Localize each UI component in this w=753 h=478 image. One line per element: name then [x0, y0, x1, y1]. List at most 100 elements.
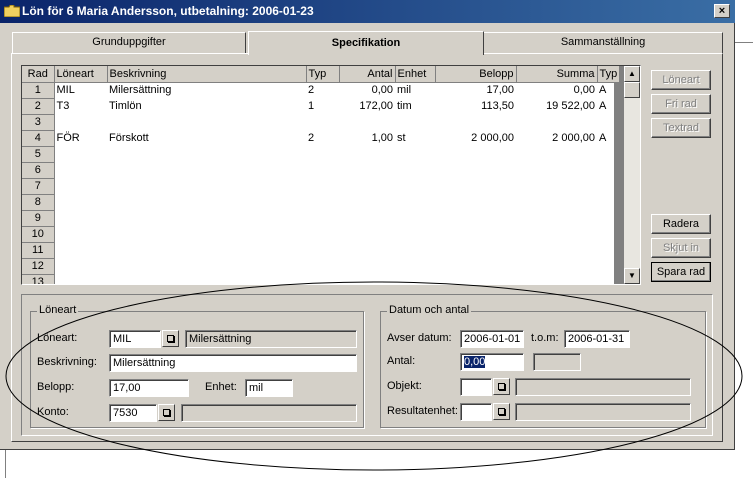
cell-summa[interactable]	[516, 226, 597, 242]
objekt-lookup-button[interactable]	[493, 378, 510, 395]
resultatenhet-input[interactable]	[460, 403, 492, 421]
cell-enhet[interactable]	[395, 146, 435, 162]
cell-antal[interactable]	[339, 194, 395, 210]
cell-typ2[interactable]	[597, 178, 620, 194]
col-header-rad[interactable]: Rad	[22, 66, 55, 83]
table-row[interactable]: 4 FÖR Förskott 2 1,00 st 2 000,00 2 000,00 A	[22, 130, 620, 147]
cell-enhet[interactable]	[395, 242, 435, 258]
cell-enhet[interactable]	[395, 162, 435, 178]
cell-enhet[interactable]: tim	[395, 98, 435, 114]
cell-summa[interactable]	[516, 162, 597, 178]
cell-beskrivning[interactable]: Timlön	[107, 98, 306, 114]
cell-summa[interactable]	[516, 146, 597, 162]
cell-antal[interactable]	[339, 274, 395, 284]
cell-typ2[interactable]	[597, 162, 620, 178]
cell-beskrivning[interactable]	[107, 146, 306, 162]
col-header-belopp[interactable]: Belopp	[435, 66, 517, 83]
cell-typ[interactable]	[306, 114, 339, 130]
cell-enhet[interactable]	[395, 226, 435, 242]
cell-beskrivning[interactable]	[107, 274, 306, 284]
cell-typ2[interactable]: A	[597, 130, 620, 146]
cell-loneart[interactable]	[54, 114, 107, 130]
cell-beskrivning[interactable]	[107, 226, 306, 242]
cell-belopp[interactable]	[435, 258, 516, 274]
tab-grunduppgifter[interactable]: Grunduppgifter	[12, 32, 246, 53]
cell-summa[interactable]: 0,00	[516, 82, 597, 98]
cell-antal[interactable]	[339, 178, 395, 194]
table-row[interactable]: 10	[22, 226, 620, 243]
cell-enhet[interactable]	[395, 258, 435, 274]
cell-typ[interactable]	[306, 146, 339, 162]
konto-input[interactable]: 7530	[109, 404, 157, 422]
spara-rad-button[interactable]: Spara rad	[651, 262, 711, 282]
cell-belopp[interactable]	[435, 162, 516, 178]
cell-summa[interactable]	[516, 210, 597, 226]
cell-belopp[interactable]: 2 000,00	[435, 130, 516, 146]
cell-antal[interactable]: 0,00	[339, 82, 395, 98]
cell-belopp[interactable]	[435, 242, 516, 258]
cell-summa[interactable]: 19 522,00	[516, 98, 597, 114]
col-header-summa[interactable]: Summa	[516, 66, 598, 83]
cell-summa[interactable]	[516, 114, 597, 130]
cell-typ[interactable]	[306, 226, 339, 242]
cell-summa[interactable]: 2 000,00	[516, 130, 597, 146]
belopp-input[interactable]: 17,00	[109, 379, 189, 397]
cell-belopp[interactable]	[435, 178, 516, 194]
cell-typ[interactable]: 2	[306, 82, 339, 98]
cell-typ2[interactable]: A	[597, 82, 620, 98]
textrad-button[interactable]: Textrad	[651, 118, 711, 138]
cell-typ2[interactable]	[597, 146, 620, 162]
tab-sammanstallning[interactable]: Sammanställning	[483, 32, 723, 53]
cell-typ[interactable]: 2	[306, 130, 339, 146]
table-row[interactable]: 3	[22, 114, 620, 131]
cell-beskrivning[interactable]	[107, 194, 306, 210]
objekt-input[interactable]	[460, 378, 492, 396]
cell-summa[interactable]	[516, 274, 597, 284]
cell-beskrivning[interactable]	[107, 162, 306, 178]
col-header-antal[interactable]: Antal	[339, 66, 396, 83]
cell-loneart[interactable]: T3	[54, 98, 107, 114]
cell-loneart[interactable]: MIL	[54, 82, 107, 98]
cell-typ2[interactable]	[597, 242, 620, 258]
konto-lookup-button[interactable]	[158, 404, 175, 421]
cell-typ[interactable]	[306, 162, 339, 178]
cell-enhet[interactable]	[395, 114, 435, 130]
cell-typ2[interactable]	[597, 274, 620, 284]
cell-typ2[interactable]: A	[597, 98, 620, 114]
table-row[interactable]: 8	[22, 194, 620, 211]
scroll-up-icon[interactable]: ▲	[624, 66, 640, 82]
cell-belopp[interactable]	[435, 274, 516, 284]
table-row[interactable]: 9	[22, 210, 620, 227]
cell-antal[interactable]	[339, 258, 395, 274]
col-header-typ[interactable]: Typ	[306, 66, 340, 83]
cell-typ[interactable]	[306, 210, 339, 226]
tom-input[interactable]: 2006-01-31	[564, 330, 630, 348]
cell-enhet[interactable]	[395, 210, 435, 226]
cell-summa[interactable]	[516, 194, 597, 210]
col-header-beskrivning[interactable]: Beskrivning	[107, 66, 307, 83]
col-header-typ2[interactable]: Typ	[597, 66, 621, 83]
scroll-thumb[interactable]	[624, 82, 640, 98]
cell-typ[interactable]: 1	[306, 98, 339, 114]
loneart-button[interactable]: Löneart	[651, 70, 711, 90]
cell-antal[interactable]: 1,00	[339, 130, 395, 146]
cell-summa[interactable]	[516, 178, 597, 194]
cell-loneart[interactable]	[54, 242, 107, 258]
table-row[interactable]: 2 T3 Timlön 1 172,00 tim 113,50 19 522,00 A	[22, 98, 620, 115]
cell-loneart[interactable]	[54, 162, 107, 178]
table-row[interactable]: 12	[22, 258, 620, 275]
cell-beskrivning[interactable]	[107, 114, 306, 130]
cell-beskrivning[interactable]	[107, 258, 306, 274]
cell-summa[interactable]	[516, 242, 597, 258]
cell-typ2[interactable]	[597, 210, 620, 226]
cell-typ2[interactable]	[597, 226, 620, 242]
cell-enhet[interactable]: mil	[395, 82, 435, 98]
cell-summa[interactable]	[516, 258, 597, 274]
cell-typ[interactable]	[306, 242, 339, 258]
cell-enhet[interactable]: st	[395, 130, 435, 146]
resultatenhet-lookup-button[interactable]	[493, 403, 510, 420]
specification-grid[interactable]: Rad Löneart Beskrivning Typ Antal Enhet …	[21, 65, 641, 285]
cell-loneart[interactable]	[54, 210, 107, 226]
cell-beskrivning[interactable]: Milersättning	[107, 82, 306, 98]
cell-typ2[interactable]	[597, 114, 620, 130]
